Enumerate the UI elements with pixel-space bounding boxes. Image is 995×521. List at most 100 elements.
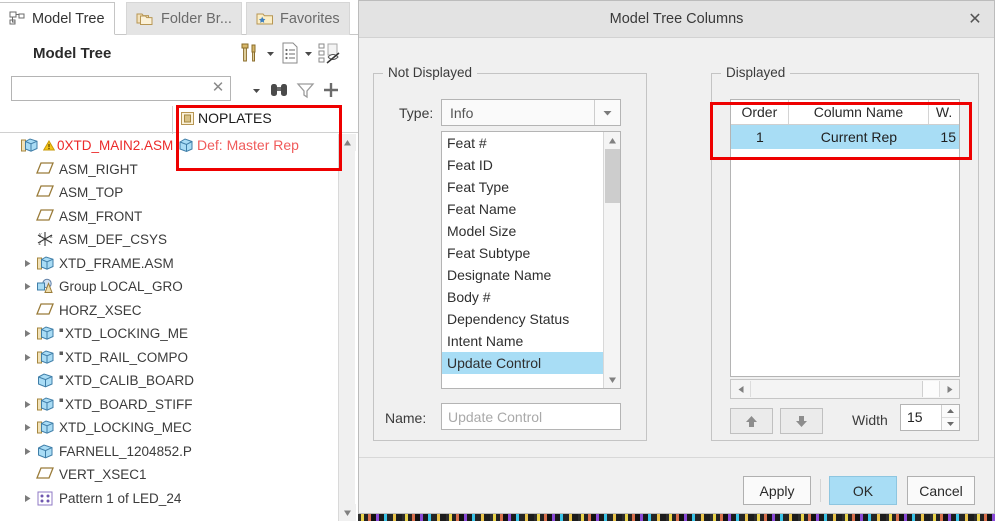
model-tree-columns-dialog: Model Tree Columns ✕ Not Displayed Type:… bbox=[358, 0, 995, 514]
model-tree-toolbar-bottom bbox=[251, 81, 340, 99]
scroll-down-button[interactable] bbox=[604, 371, 620, 388]
expand-arrow-icon[interactable] bbox=[22, 352, 33, 363]
width-decrement-button[interactable] bbox=[942, 417, 959, 430]
search-box[interactable]: ✕ bbox=[11, 76, 231, 101]
funnel-filter-icon[interactable] bbox=[296, 81, 315, 99]
not-displayed-listbox[interactable]: Feat # Feat ID Feat Type Feat Name Model Siz… bbox=[441, 131, 621, 389]
list-item[interactable]: Feat Type bbox=[442, 176, 620, 198]
expand-arrow-icon[interactable] bbox=[22, 422, 33, 433]
list-item[interactable]: Body # bbox=[442, 286, 620, 308]
expand-arrow-icon[interactable] bbox=[22, 328, 33, 339]
arrow-down-icon bbox=[794, 414, 809, 429]
cell-order: 1 bbox=[755, 129, 764, 145]
clear-search-icon[interactable]: ✕ bbox=[210, 80, 226, 96]
move-up-button[interactable] bbox=[730, 408, 773, 434]
expand-arrow-icon[interactable] bbox=[22, 281, 33, 292]
list-item[interactable]: Feat # bbox=[442, 132, 620, 154]
scroll-right-button[interactable] bbox=[940, 380, 959, 398]
tree-item[interactable]: FARNELL_1204852.P bbox=[0, 440, 358, 464]
chevron-down-icon[interactable] bbox=[265, 48, 276, 58]
search-input[interactable] bbox=[12, 77, 202, 100]
close-icon[interactable]: ✕ bbox=[964, 9, 986, 31]
tree-item[interactable]: y x z ASM_DEF_CSYS bbox=[0, 228, 358, 252]
tree-item[interactable]: Pattern 1 of LED_24 bbox=[0, 487, 358, 511]
chevron-down-icon[interactable] bbox=[303, 48, 314, 58]
scrollbar-thumb[interactable] bbox=[605, 149, 620, 203]
tree-item[interactable]: XTD_LOCKING_ME bbox=[0, 322, 358, 346]
tree-cell-current-rep[interactable]: Def: Master Rep bbox=[178, 137, 299, 153]
plus-icon[interactable] bbox=[322, 81, 340, 99]
table-row[interactable]: 1 Current Rep 15 bbox=[731, 125, 959, 149]
grid-header-order[interactable]: Order bbox=[731, 100, 789, 124]
list-item[interactable]: Designate Name bbox=[442, 264, 620, 286]
binoculars-search-icon[interactable] bbox=[269, 81, 289, 99]
width-value[interactable]: 15 bbox=[901, 405, 941, 430]
assembly-icon bbox=[36, 419, 55, 436]
apply-button[interactable]: Apply bbox=[743, 476, 811, 505]
scrollbar-thumb[interactable] bbox=[751, 381, 923, 397]
tree-item[interactable]: XTD_RAIL_COMPO bbox=[0, 346, 358, 370]
width-stepper-buttons bbox=[941, 405, 959, 430]
tree-item[interactable]: XTD_FRAME.ASM bbox=[0, 252, 358, 276]
cancel-button[interactable]: Cancel bbox=[907, 476, 975, 505]
tree-item[interactable]: XTD_LOCKING_MEC bbox=[0, 416, 358, 440]
show-list-icon[interactable] bbox=[279, 41, 300, 65]
tree-item[interactable]: VERT_XSEC1 bbox=[0, 463, 358, 487]
cell-name: Current Rep bbox=[820, 129, 898, 145]
chevron-down-icon[interactable] bbox=[251, 85, 262, 95]
ok-button[interactable]: OK bbox=[829, 476, 897, 505]
tab-favorites[interactable]: Favorites bbox=[246, 2, 350, 35]
chevron-down-icon[interactable] bbox=[594, 100, 620, 125]
tab-model-tree-label: Model Tree bbox=[32, 10, 105, 27]
assembly-icon bbox=[36, 396, 55, 413]
tree-item-label: ASM_FRONT bbox=[59, 208, 143, 224]
tree-item[interactable]: Group LOCAL_GRO bbox=[0, 275, 358, 299]
scrollbar-track[interactable] bbox=[750, 381, 940, 397]
tree-item[interactable]: ASM_TOP bbox=[0, 181, 358, 205]
tree-vertical-scrollbar[interactable] bbox=[338, 134, 356, 521]
group-icon bbox=[36, 278, 55, 295]
model-tree-body[interactable]: 0XTD_MAIN2.ASM ASM_RIGHT ASM_TOP ASM_FRONT y… bbox=[0, 134, 358, 521]
width-stepper[interactable]: 15 bbox=[900, 404, 960, 431]
apply-button-label: Apply bbox=[759, 482, 795, 499]
tree-item[interactable]: XTD_BOARD_STIFF bbox=[0, 393, 358, 417]
list-item[interactable]: Feat Subtype bbox=[442, 242, 620, 264]
scroll-up-button[interactable] bbox=[339, 134, 356, 151]
list-item[interactable]: Intent Name bbox=[442, 330, 620, 352]
expand-arrow-icon[interactable] bbox=[22, 399, 33, 410]
settings-tools-icon[interactable] bbox=[240, 41, 262, 65]
datum-plane-icon bbox=[36, 302, 55, 319]
assembly-icon bbox=[20, 137, 39, 154]
tab-folder-browser[interactable]: Folder Br... bbox=[126, 2, 242, 35]
listbox-vertical-scrollbar[interactable] bbox=[603, 132, 620, 388]
grid-header-width[interactable]: W. bbox=[929, 100, 959, 124]
assembly-icon bbox=[36, 349, 55, 366]
name-field[interactable]: Update Control bbox=[441, 403, 621, 430]
grid-horizontal-scrollbar[interactable] bbox=[730, 379, 960, 399]
list-item[interactable]: Dependency Status bbox=[442, 308, 620, 330]
list-item[interactable]: Update Control bbox=[442, 352, 620, 374]
grid-header-name[interactable]: Column Name bbox=[789, 100, 930, 124]
type-dropdown[interactable]: Info bbox=[441, 99, 621, 126]
tree-item[interactable]: ASM_FRONT bbox=[0, 205, 358, 229]
width-increment-button[interactable] bbox=[942, 405, 959, 417]
displayed-columns-grid[interactable]: Order Column Name W. 1 Current Rep 15 bbox=[730, 99, 960, 377]
list-item[interactable]: Model Size bbox=[442, 220, 620, 242]
tree-filter-off-icon[interactable] bbox=[317, 41, 340, 65]
list-item[interactable]: Feat Name bbox=[442, 198, 620, 220]
expand-arrow-icon[interactable] bbox=[22, 446, 33, 457]
tree-item[interactable]: XTD_CALIB_BOARD bbox=[0, 369, 358, 393]
tab-model-tree[interactable]: Model Tree bbox=[0, 2, 115, 35]
dialog-titlebar[interactable]: Model Tree Columns ✕ bbox=[359, 1, 994, 38]
expand-arrow-icon[interactable] bbox=[22, 258, 33, 269]
scroll-down-button[interactable] bbox=[339, 504, 356, 521]
scroll-left-button[interactable] bbox=[731, 380, 750, 398]
tree-item[interactable]: HORZ_XSEC bbox=[0, 299, 358, 323]
expand-arrow-icon[interactable] bbox=[22, 493, 33, 504]
list-item[interactable]: Feat ID bbox=[442, 154, 620, 176]
move-down-button[interactable] bbox=[780, 408, 823, 434]
tree-item[interactable]: ASM_RIGHT bbox=[0, 158, 358, 182]
not-displayed-group: Not Displayed Type: Info Feat # Feat ID Fe… bbox=[373, 65, 647, 441]
grid-header-row: Order Column Name W. bbox=[731, 100, 959, 125]
scroll-up-button[interactable] bbox=[604, 132, 620, 149]
